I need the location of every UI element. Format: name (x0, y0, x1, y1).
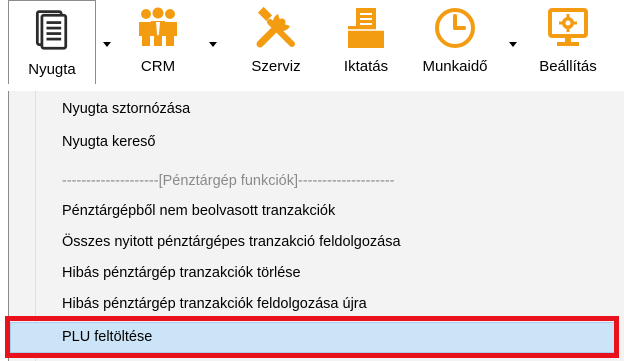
beallitas-label: Beállítás (539, 58, 597, 75)
chevron-down-icon (509, 42, 517, 47)
menu-item-nyugta-kereso[interactable]: Nyugta kereső (10, 128, 615, 158)
munkaido-button[interactable]: Munkaidő (410, 0, 500, 80)
menu-item-plu-feltoltese[interactable]: PLU feltöltése (10, 322, 615, 353)
receipt-icon (35, 10, 68, 50)
menu-item-label: Összes nyitott pénztárgépes tranzakció f… (62, 234, 401, 250)
crm-label: CRM (140, 58, 176, 75)
menu-separator-label: --------------------[Pénztárgép funkciók… (62, 173, 395, 189)
iktatas-button[interactable]: Iktatás (326, 0, 406, 80)
nyugta-label: Nyugta (28, 61, 76, 78)
beallitas-button[interactable]: Beállítás (526, 0, 610, 80)
szerviz-label: Szerviz (251, 58, 301, 75)
menu-item-hibas-tranzakciok-feldolgozasa-ujra[interactable]: Hibás pénztárgép tranzakciók feldolgozás… (10, 290, 615, 312)
menu-item-label: Pénztárgépből nem beolvasott tranzakciók (62, 203, 336, 219)
nyugta-button[interactable]: Nyugta (8, 0, 96, 84)
menu-item-nyitott-tranzakcio-feldolgozasa[interactable]: Összes nyitott pénztárgépes tranzakció f… (10, 228, 615, 258)
szerviz-button[interactable]: Szerviz (236, 0, 316, 80)
menu-item-label: Hibás pénztárgép tranzakciók feldolgozás… (62, 296, 367, 312)
chevron-down-icon (103, 42, 111, 47)
monitor-gear-icon (548, 8, 588, 46)
nyugta-dropdown-arrow[interactable] (100, 20, 114, 50)
main-toolbar: Nyugta CRM Szerviz Iktatás Munkaidő Beál… (0, 0, 624, 92)
folder-icon (348, 8, 384, 48)
menu-separator-penztargep-funkciok: --------------------[Pénztárgép funkciók… (10, 167, 615, 197)
menu-item-label: Hibás pénztárgép tranzakciók törlése (62, 265, 301, 281)
menu-item-label: Nyugta sztornózása (62, 101, 191, 117)
menu-item-nem-beolvasott-tranzakciok[interactable]: Pénztárgépből nem beolvasott tranzakciók (10, 197, 615, 227)
iktatas-label: Iktatás (343, 58, 389, 75)
menu-item-hibas-tranzakciok-torlese[interactable]: Hibás pénztárgép tranzakciók törlése (10, 259, 615, 289)
menu-item-label: PLU feltöltése (62, 329, 153, 345)
chevron-down-icon (209, 42, 217, 47)
nyugta-dropdown-menu: Nyugta sztornózása Nyugta kereső -------… (8, 91, 624, 361)
menu-item-nyugta-sztornozasa[interactable]: Nyugta sztornózása (10, 95, 615, 125)
people-icon (139, 7, 177, 46)
crm-dropdown-arrow[interactable] (206, 20, 220, 50)
crm-button[interactable]: CRM (118, 0, 198, 80)
menu-item-label: Nyugta kereső (62, 134, 156, 150)
munkaido-label: Munkaidő (422, 58, 488, 75)
clock-icon (435, 8, 475, 48)
munkaido-dropdown-arrow[interactable] (506, 20, 520, 50)
tools-icon (256, 6, 295, 48)
